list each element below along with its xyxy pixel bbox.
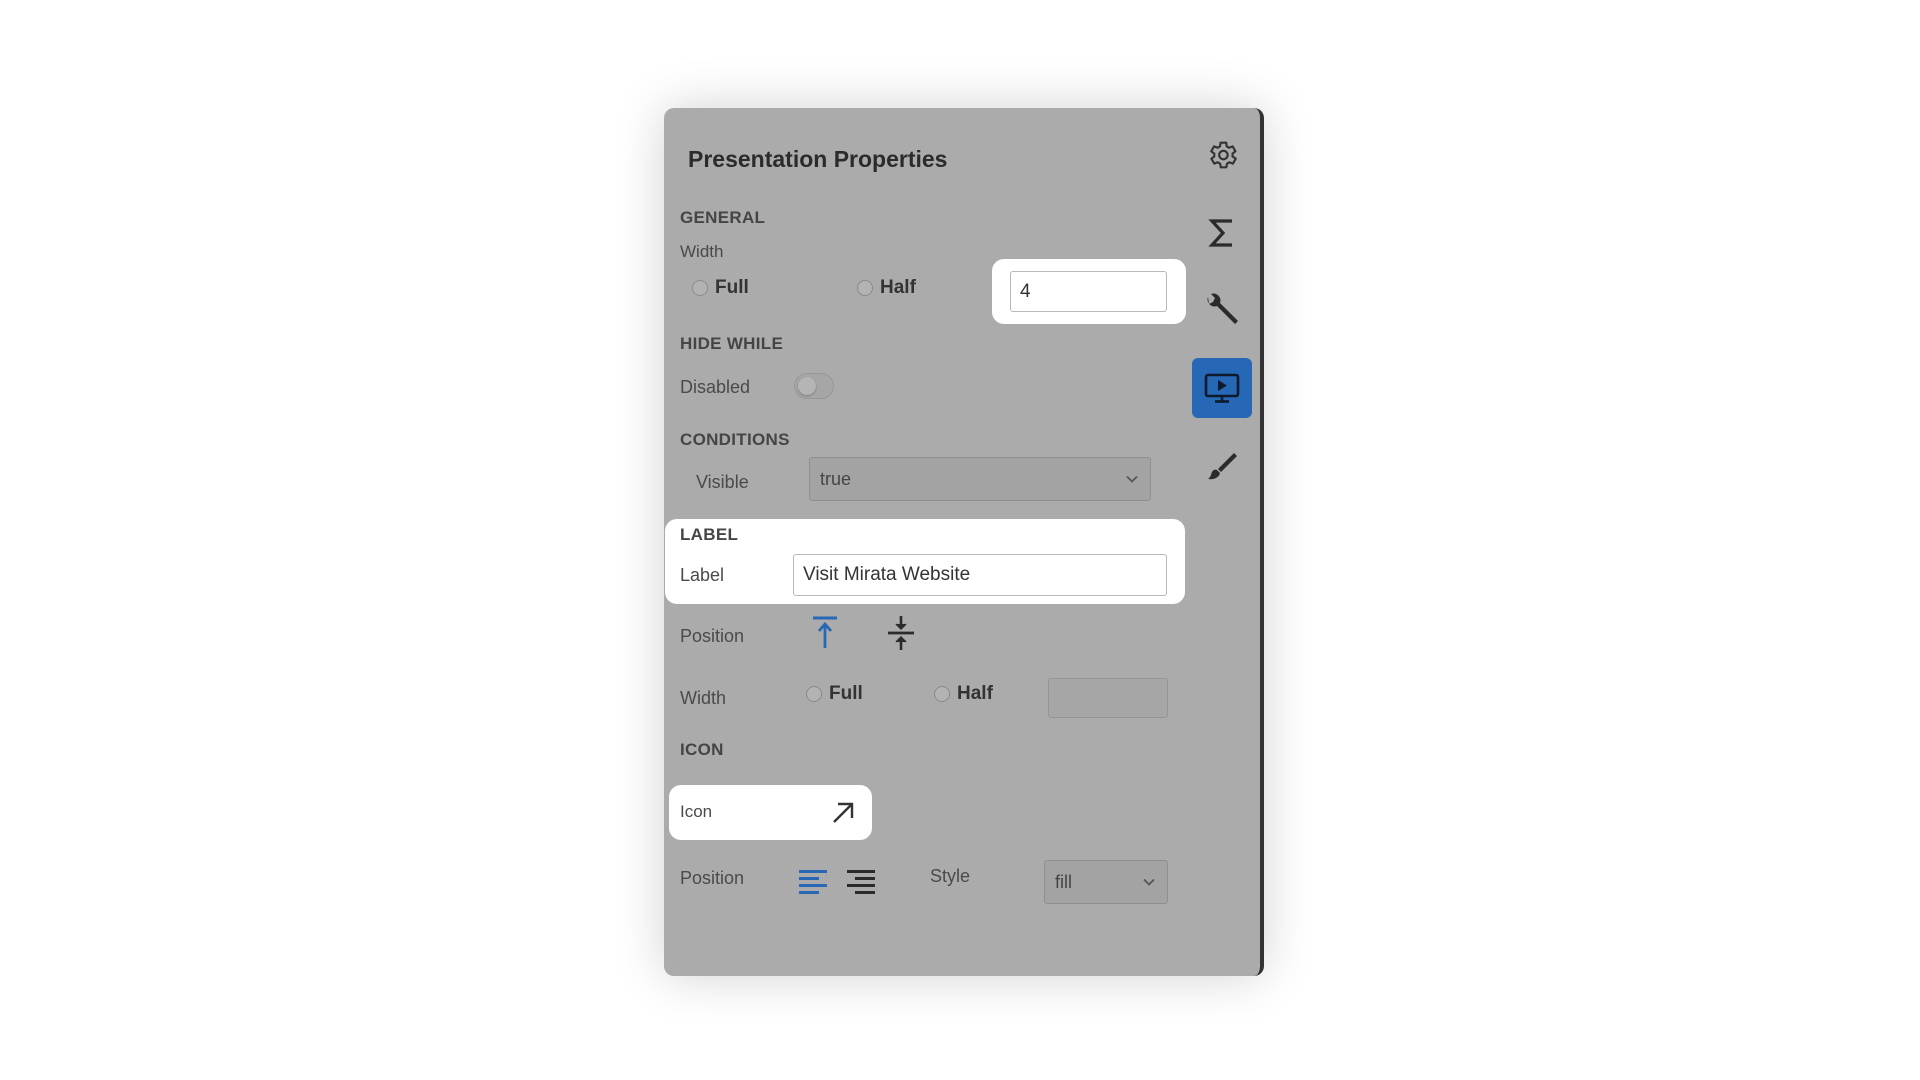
- disabled-toggle[interactable]: [794, 373, 834, 399]
- label-radio-half-label: Half: [957, 683, 993, 704]
- label-width-input[interactable]: [1048, 678, 1168, 718]
- label-section-highlight: LABEL Label Visit Mirata Website: [665, 519, 1185, 604]
- chevron-down-icon: [1126, 475, 1138, 483]
- label-width-label: Width: [680, 688, 727, 708]
- sigma-icon[interactable]: [1192, 203, 1252, 263]
- disabled-label: Disabled: [680, 377, 751, 397]
- width-value-highlight: 4: [992, 259, 1186, 324]
- style-select[interactable]: fill: [1044, 860, 1168, 904]
- wrench-icon[interactable]: [1192, 280, 1252, 340]
- align-left-icon[interactable]: [796, 866, 830, 900]
- radio-half[interactable]: [857, 280, 873, 296]
- radio-full-label: Full: [715, 277, 749, 298]
- visible-select[interactable]: true: [809, 457, 1151, 501]
- label-width-half-option[interactable]: Half: [934, 683, 993, 705]
- section-heading-hide-while: HIDE WHILE: [680, 334, 784, 353]
- presentation-icon[interactable]: [1192, 358, 1252, 418]
- radio-half-label: Half: [880, 277, 916, 298]
- general-width-input[interactable]: 4: [1010, 271, 1167, 312]
- presentation-properties-panel: Presentation Properties GENERAL Width Fu…: [664, 108, 1264, 976]
- align-right-icon[interactable]: [844, 866, 878, 900]
- visible-label: Visible: [696, 472, 749, 492]
- align-top-icon[interactable]: [808, 614, 842, 652]
- arrow-up-right-icon[interactable]: [828, 798, 858, 828]
- brush-icon[interactable]: [1192, 436, 1252, 496]
- general-width-half-option[interactable]: Half: [857, 277, 916, 299]
- panel-title: Presentation Properties: [688, 146, 948, 172]
- label-width-full-option[interactable]: Full: [806, 683, 863, 705]
- gear-icon[interactable]: [1192, 125, 1252, 185]
- icon-field-label: Icon: [680, 802, 713, 821]
- label-position-label: Position: [680, 626, 745, 646]
- general-width-label: Width: [680, 242, 724, 261]
- label-radio-full-label: Full: [829, 683, 863, 704]
- align-middle-icon[interactable]: [884, 613, 918, 653]
- style-select-value: fill: [1055, 871, 1072, 892]
- icon-row-highlight: Icon: [669, 785, 872, 840]
- style-label: Style: [930, 866, 971, 886]
- radio-full[interactable]: [692, 280, 708, 296]
- section-heading-icon: ICON: [680, 740, 724, 759]
- visible-select-value: true: [820, 468, 852, 489]
- section-heading-conditions: CONDITIONS: [680, 430, 790, 449]
- general-width-full-option[interactable]: Full: [692, 277, 749, 299]
- section-heading-general: GENERAL: [680, 208, 766, 227]
- label-input[interactable]: Visit Mirata Website: [793, 554, 1167, 596]
- label-field-label: Label: [680, 565, 725, 585]
- chevron-down-icon: [1143, 878, 1155, 886]
- label-radio-full[interactable]: [806, 686, 822, 702]
- icon-position-label: Position: [680, 868, 745, 888]
- label-radio-half[interactable]: [934, 686, 950, 702]
- section-heading-label: LABEL: [680, 525, 739, 544]
